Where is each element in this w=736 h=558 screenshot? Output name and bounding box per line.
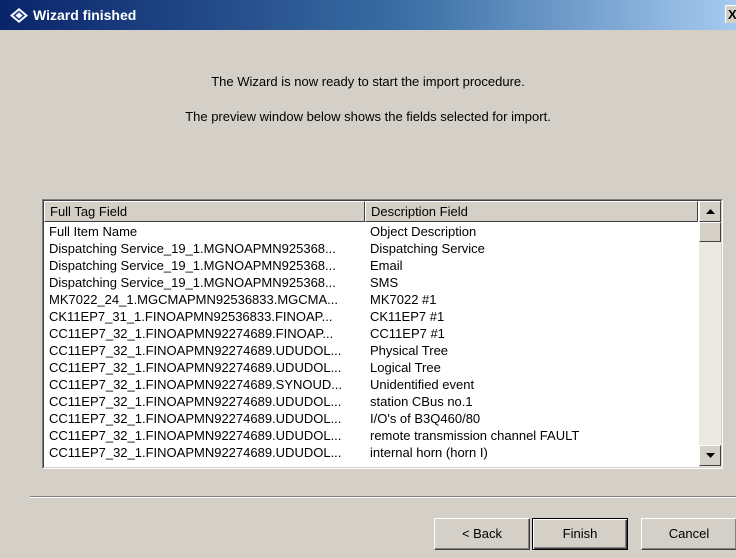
close-button[interactable]: X: [725, 5, 736, 23]
column-header-description-field[interactable]: Description Field: [365, 201, 698, 222]
description-cell: MK7022 #1: [370, 292, 437, 307]
description-cell: I/O's of B3Q460/80: [370, 411, 481, 426]
arrow-down-icon: [706, 453, 715, 458]
full-tag-cell: CC11EP7_32_1.FINOAPMN92274689.UDUDOL...: [49, 445, 342, 460]
full-tag-cell: Dispatching Service_19_1.MGNOAPMN925368.…: [49, 258, 336, 273]
list-row[interactable]: Dispatching Service_19_1.MGNOAPMN925368.…: [44, 240, 698, 257]
window-title: Wizard finished: [33, 7, 137, 23]
full-tag-cell: Dispatching Service_19_1.MGNOAPMN925368.…: [49, 275, 336, 290]
description-cell: Object Description: [370, 224, 477, 239]
back-button[interactable]: < Back: [434, 518, 530, 550]
cancel-button[interactable]: Cancel: [641, 518, 736, 550]
full-tag-cell: CC11EP7_32_1.FINOAPMN92274689.UDUDOL...: [49, 428, 342, 443]
description-cell: CC11EP7 #1: [370, 326, 445, 341]
preview-list[interactable]: Full Tag Field Description Field Full It…: [42, 199, 723, 469]
description-cell: Physical Tree: [370, 343, 449, 358]
full-tag-cell: Full Item Name: [49, 224, 138, 239]
list-row[interactable]: CC11EP7_32_1.FINOAPMN92274689.FINOAP... C…: [44, 325, 698, 342]
list-row[interactable]: CC11EP7_32_1.FINOAPMN92274689.UDUDOL... s…: [44, 393, 698, 410]
description-cell: Dispatching Service: [370, 241, 485, 256]
full-tag-cell: CC11EP7_32_1.FINOAPMN92274689.UDUDOL...: [49, 360, 342, 375]
full-tag-cell: CC11EP7_32_1.FINOAPMN92274689.FINOAP...: [49, 326, 334, 341]
list-row[interactable]: CK11EP7_31_1.FINOAPMN92536833.FINOAP... C…: [44, 308, 698, 325]
vertical-scrollbar[interactable]: [699, 201, 721, 467]
full-tag-cell: CC11EP7_32_1.FINOAPMN92274689.UDUDOL...: [49, 394, 342, 409]
full-tag-cell: CK11EP7_31_1.FINOAPMN92536833.FINOAP...: [49, 309, 333, 324]
list-row[interactable]: CC11EP7_32_1.FINOAPMN92274689.UDUDOL... L…: [44, 359, 698, 376]
intro-text-preview: The preview window below shows the field…: [185, 109, 551, 124]
full-tag-cell: CC11EP7_32_1.FINOAPMN92274689.SYNOUD...: [49, 377, 343, 392]
scroll-down-button[interactable]: [699, 445, 721, 466]
list-row[interactable]: Full Item Name Object Description: [44, 223, 698, 240]
list-row[interactable]: CC11EP7_32_1.FINOAPMN92274689.UDUDOL... r…: [44, 427, 698, 444]
wizard-dialog: Wizard finished X The Wizard is now read…: [0, 0, 736, 558]
full-tag-cell: MK7022_24_1.MGCMAPMN92536833.MGCMA...: [49, 292, 339, 307]
list-row[interactable]: CC11EP7_32_1.FINOAPMN92274689.UDUDOL... I…: [44, 410, 698, 427]
scrollbar-thumb[interactable]: [699, 222, 721, 242]
list-row[interactable]: Dispatching Service_19_1.MGNOAPMN925368.…: [44, 257, 698, 274]
full-tag-cell: CC11EP7_32_1.FINOAPMN92274689.UDUDOL...: [49, 411, 342, 426]
list-row[interactable]: CC11EP7_32_1.FINOAPMN92274689.UDUDOL... i…: [44, 444, 698, 461]
description-cell: Logical Tree: [370, 360, 441, 375]
full-tag-cell: CC11EP7_32_1.FINOAPMN92274689.UDUDOL...: [49, 343, 342, 358]
description-cell: SMS: [370, 275, 399, 290]
footer-separator: [30, 496, 736, 498]
description-cell: internal horn (horn I): [370, 445, 488, 460]
full-tag-cell: Dispatching Service_19_1.MGNOAPMN925368.…: [49, 241, 336, 256]
list-row[interactable]: CC11EP7_32_1.FINOAPMN92274689.SYNOUD... U…: [44, 376, 698, 393]
intro-text-ready: The Wizard is now ready to start the imp…: [211, 74, 525, 89]
title-bar: Wizard finished X: [0, 0, 736, 30]
description-cell: remote transmission channel FAULT: [370, 428, 580, 443]
arrow-up-icon: [706, 209, 715, 214]
column-header-full-tag-field[interactable]: Full Tag Field: [44, 201, 365, 222]
finish-button[interactable]: Finish: [532, 518, 628, 550]
description-cell: CK11EP7 #1: [370, 309, 445, 324]
description-cell: station CBus no.1: [370, 394, 473, 409]
scroll-up-button[interactable]: [699, 201, 721, 222]
description-cell: Email: [370, 258, 403, 273]
list-row[interactable]: MK7022_24_1.MGCMAPMN92536833.MGCMA... MK7…: [44, 291, 698, 308]
list-row[interactable]: CC11EP7_32_1.FINOAPMN92274689.UDUDOL... P…: [44, 342, 698, 359]
list-row[interactable]: Dispatching Service_19_1.MGNOAPMN925368.…: [44, 274, 698, 291]
diamond-wizard-icon: [10, 8, 28, 23]
description-cell: Unidentified event: [370, 377, 475, 392]
preview-rows: Full Item Name Object Description Dispatc…: [44, 223, 698, 461]
